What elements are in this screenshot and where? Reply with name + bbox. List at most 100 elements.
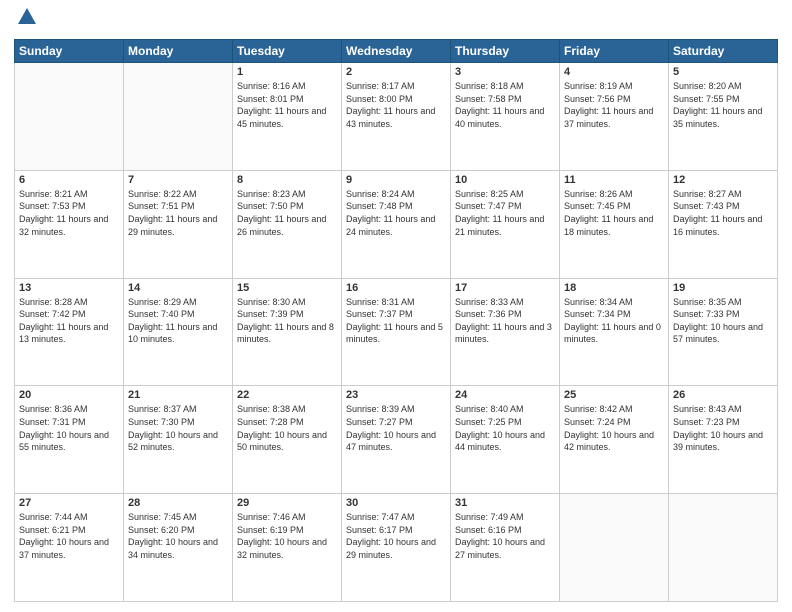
day-number: 29: [237, 497, 337, 509]
day-details: Sunrise: 8:17 AMSunset: 8:00 PMDaylight:…: [346, 80, 446, 130]
day-number: 24: [455, 389, 555, 401]
calendar-cell: 17 Sunrise: 8:33 AMSunset: 7:36 PMDayligh…: [451, 278, 560, 386]
calendar-cell: 31 Sunrise: 7:49 AMSunset: 6:16 PMDayligh…: [451, 494, 560, 602]
day-number: 3: [455, 66, 555, 78]
calendar-header-row: SundayMondayTuesdayWednesdayThursdayFrid…: [15, 40, 778, 63]
page: SundayMondayTuesdayWednesdayThursdayFrid…: [0, 0, 792, 612]
day-number: 15: [237, 282, 337, 294]
weekday-header: Wednesday: [342, 40, 451, 63]
day-details: Sunrise: 8:43 AMSunset: 7:23 PMDaylight:…: [673, 403, 773, 453]
day-details: Sunrise: 8:30 AMSunset: 7:39 PMDaylight:…: [237, 296, 337, 346]
day-details: Sunrise: 8:27 AMSunset: 7:43 PMDaylight:…: [673, 188, 773, 238]
day-number: 31: [455, 497, 555, 509]
day-details: Sunrise: 7:45 AMSunset: 6:20 PMDaylight:…: [128, 511, 228, 561]
day-details: Sunrise: 8:36 AMSunset: 7:31 PMDaylight:…: [19, 403, 119, 453]
weekday-header: Sunday: [15, 40, 124, 63]
calendar-week-row: 6 Sunrise: 8:21 AMSunset: 7:53 PMDaylight…: [15, 170, 778, 278]
day-number: 14: [128, 282, 228, 294]
day-number: 30: [346, 497, 446, 509]
day-details: Sunrise: 8:34 AMSunset: 7:34 PMDaylight:…: [564, 296, 664, 346]
weekday-header: Monday: [124, 40, 233, 63]
day-number: 22: [237, 389, 337, 401]
day-number: 18: [564, 282, 664, 294]
day-details: Sunrise: 8:40 AMSunset: 7:25 PMDaylight:…: [455, 403, 555, 453]
calendar-cell: 22 Sunrise: 8:38 AMSunset: 7:28 PMDayligh…: [233, 386, 342, 494]
calendar-cell: 16Sunrise: 8:31 AMSunset: 7:37 PMDayligh…: [342, 278, 451, 386]
day-number: 8: [237, 174, 337, 186]
day-number: 12: [673, 174, 773, 186]
day-number: 23: [346, 389, 446, 401]
calendar-cell: 23 Sunrise: 8:39 AMSunset: 7:27 PMDayligh…: [342, 386, 451, 494]
day-number: 16: [346, 282, 446, 294]
calendar-cell: 30 Sunrise: 7:47 AMSunset: 6:17 PMDayligh…: [342, 494, 451, 602]
calendar-cell: 12 Sunrise: 8:27 AMSunset: 7:43 PMDayligh…: [669, 170, 778, 278]
day-details: Sunrise: 8:19 AMSunset: 7:56 PMDaylight:…: [564, 80, 664, 130]
day-details: Sunrise: 8:28 AMSunset: 7:42 PMDaylight:…: [19, 296, 119, 346]
day-details: Sunrise: 8:35 AMSunset: 7:33 PMDaylight:…: [673, 296, 773, 346]
day-details: Sunrise: 8:21 AMSunset: 7:53 PMDaylight:…: [19, 188, 119, 238]
day-details: Sunrise: 8:23 AMSunset: 7:50 PMDaylight:…: [237, 188, 337, 238]
calendar-cell: 26Sunrise: 8:43 AMSunset: 7:23 PMDayligh…: [669, 386, 778, 494]
day-details: Sunrise: 8:25 AMSunset: 7:47 PMDaylight:…: [455, 188, 555, 238]
calendar-cell: 5Sunrise: 8:20 AMSunset: 7:55 PMDaylight…: [669, 63, 778, 171]
day-number: 21: [128, 389, 228, 401]
day-number: 11: [564, 174, 664, 186]
calendar-cell: 20 Sunrise: 8:36 AMSunset: 7:31 PMDayligh…: [15, 386, 124, 494]
day-details: Sunrise: 8:37 AMSunset: 7:30 PMDaylight:…: [128, 403, 228, 453]
day-details: Sunrise: 7:49 AMSunset: 6:16 PMDaylight:…: [455, 511, 555, 561]
calendar-cell: 19 Sunrise: 8:35 AMSunset: 7:33 PMDayligh…: [669, 278, 778, 386]
logo: [14, 10, 38, 33]
day-details: Sunrise: 8:26 AMSunset: 7:45 PMDaylight:…: [564, 188, 664, 238]
calendar-cell: 7Sunrise: 8:22 AMSunset: 7:51 PMDaylight…: [124, 170, 233, 278]
calendar-cell: [124, 63, 233, 171]
day-details: Sunrise: 7:44 AMSunset: 6:21 PMDaylight:…: [19, 511, 119, 561]
calendar-cell: 24 Sunrise: 8:40 AMSunset: 7:25 PMDayligh…: [451, 386, 560, 494]
calendar-cell: 14Sunrise: 8:29 AMSunset: 7:40 PMDayligh…: [124, 278, 233, 386]
logo-icon: [16, 6, 38, 28]
calendar-cell: 10Sunrise: 8:25 AMSunset: 7:47 PMDayligh…: [451, 170, 560, 278]
calendar-week-row: 13 Sunrise: 8:28 AMSunset: 7:42 PMDayligh…: [15, 278, 778, 386]
day-details: Sunrise: 8:16 AMSunset: 8:01 PMDaylight:…: [237, 80, 337, 130]
header: [14, 10, 778, 33]
day-number: 1: [237, 66, 337, 78]
calendar-cell: 3 Sunrise: 8:18 AMSunset: 7:58 PMDaylight…: [451, 63, 560, 171]
calendar-cell: 18 Sunrise: 8:34 AMSunset: 7:34 PMDayligh…: [560, 278, 669, 386]
calendar-week-row: 27Sunrise: 7:44 AMSunset: 6:21 PMDayligh…: [15, 494, 778, 602]
day-number: 13: [19, 282, 119, 294]
calendar-cell: 13 Sunrise: 8:28 AMSunset: 7:42 PMDayligh…: [15, 278, 124, 386]
calendar-cell: 4 Sunrise: 8:19 AMSunset: 7:56 PMDaylight…: [560, 63, 669, 171]
calendar-cell: 6 Sunrise: 8:21 AMSunset: 7:53 PMDaylight…: [15, 170, 124, 278]
day-details: Sunrise: 8:38 AMSunset: 7:28 PMDaylight:…: [237, 403, 337, 453]
weekday-header: Thursday: [451, 40, 560, 63]
calendar-cell: 25 Sunrise: 8:42 AMSunset: 7:24 PMDayligh…: [560, 386, 669, 494]
calendar-cell: [560, 494, 669, 602]
calendar-cell: [669, 494, 778, 602]
day-details: Sunrise: 7:46 AMSunset: 6:19 PMDaylight:…: [237, 511, 337, 561]
weekday-header: Saturday: [669, 40, 778, 63]
day-number: 2: [346, 66, 446, 78]
calendar-cell: 1 Sunrise: 8:16 AMSunset: 8:01 PMDaylight…: [233, 63, 342, 171]
calendar-cell: 21 Sunrise: 8:37 AMSunset: 7:30 PMDayligh…: [124, 386, 233, 494]
day-details: Sunrise: 8:42 AMSunset: 7:24 PMDaylight:…: [564, 403, 664, 453]
calendar-cell: 29 Sunrise: 7:46 AMSunset: 6:19 PMDayligh…: [233, 494, 342, 602]
day-details: Sunrise: 8:18 AMSunset: 7:58 PMDaylight:…: [455, 80, 555, 130]
day-number: 6: [19, 174, 119, 186]
day-number: 5: [673, 66, 773, 78]
calendar-table: SundayMondayTuesdayWednesdayThursdayFrid…: [14, 39, 778, 602]
day-details: Sunrise: 8:39 AMSunset: 7:27 PMDaylight:…: [346, 403, 446, 453]
day-details: Sunrise: 7:47 AMSunset: 6:17 PMDaylight:…: [346, 511, 446, 561]
calendar-cell: [15, 63, 124, 171]
day-number: 25: [564, 389, 664, 401]
day-number: 4: [564, 66, 664, 78]
calendar-cell: 15 Sunrise: 8:30 AMSunset: 7:39 PMDayligh…: [233, 278, 342, 386]
calendar-week-row: 1 Sunrise: 8:16 AMSunset: 8:01 PMDaylight…: [15, 63, 778, 171]
calendar-week-row: 20 Sunrise: 8:36 AMSunset: 7:31 PMDayligh…: [15, 386, 778, 494]
day-details: Sunrise: 8:24 AMSunset: 7:48 PMDaylight:…: [346, 188, 446, 238]
weekday-header: Friday: [560, 40, 669, 63]
day-number: 17: [455, 282, 555, 294]
calendar-cell: 11 Sunrise: 8:26 AMSunset: 7:45 PMDayligh…: [560, 170, 669, 278]
day-number: 19: [673, 282, 773, 294]
day-number: 20: [19, 389, 119, 401]
weekday-header: Tuesday: [233, 40, 342, 63]
day-details: Sunrise: 8:33 AMSunset: 7:36 PMDaylight:…: [455, 296, 555, 346]
